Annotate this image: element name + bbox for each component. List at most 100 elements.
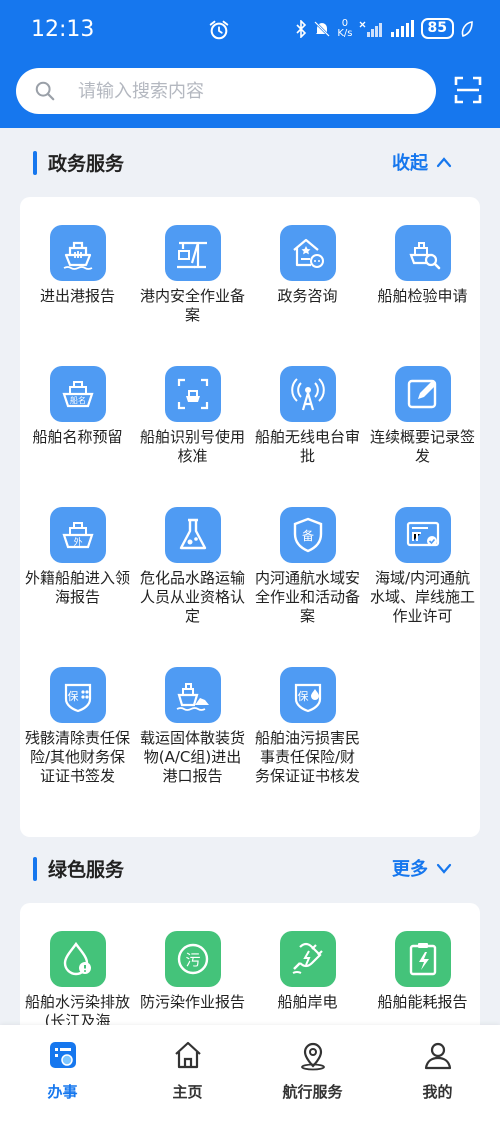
service-item[interactable]: 船名 船舶名称预留 (20, 366, 135, 447)
ship-name-icon: 船名 (49, 366, 106, 422)
nav-tab-navigation[interactable]: 航行服务 (250, 1039, 375, 1102)
chevron-down-icon (436, 863, 452, 874)
anti-pollution-icon: 污 (164, 931, 221, 987)
gov-section-title: 政务服务 (48, 153, 125, 175)
service-item-label: 船舶识别号使用核准 (139, 428, 245, 465)
service-item-label: 船舶能耗报告 (377, 993, 468, 1011)
more-button[interactable]: 更多 (392, 855, 452, 881)
alarm-icon (209, 20, 229, 40)
signal-strong-icon (390, 19, 414, 37)
service-item-label: 防污染作业报告 (139, 993, 245, 1011)
ship-inspect-icon (394, 225, 451, 281)
section-accent-bar (33, 857, 37, 881)
service-item[interactable]: 进出港报告 (20, 225, 135, 306)
status-icons: 0 K/s 85 (295, 18, 474, 39)
nav-tab-home[interactable]: 主页 (125, 1039, 250, 1102)
shore-power-icon (279, 931, 336, 987)
nav-label-home: 主页 (172, 1083, 203, 1101)
service-item-label: 海域/内河通航水域、岸线施工作业许可 (369, 569, 475, 625)
service-item[interactable]: 危化品水路运输人员从业资格认定 (135, 507, 250, 626)
leaf-icon (461, 20, 473, 37)
service-item[interactable]: 政务咨询 (250, 225, 365, 306)
nav-tab-tasks[interactable]: 办事 (0, 1039, 125, 1102)
consult-icon-glyph (292, 238, 324, 268)
svg-text:备: 备 (301, 529, 313, 543)
nav-tab-mine[interactable]: 我的 (375, 1039, 500, 1102)
tasks-icon (49, 1042, 76, 1068)
section-accent-bar (33, 151, 37, 175)
shield-record-icon-glyph: 备 (293, 517, 322, 553)
ship-id-icon-glyph (177, 378, 208, 410)
ship-inspect-icon-glyph (408, 242, 440, 270)
service-item[interactable]: 保船舶油污损害民事责任保险/财务保证证书核发 (250, 667, 365, 786)
flask-icon (164, 507, 221, 563)
battery-indicator: 85 (420, 18, 454, 39)
gov-services-card: 进出港报告 港内安全作业备案 政务咨询 船舶检验申请船名船舶名称预留 船舶识别号使用核准… (20, 197, 480, 837)
status-bar: 12:13 0 K/s 85 (0, 0, 500, 62)
user-icon (424, 1042, 451, 1070)
service-item-label: 内河通航水域安全作业和活动备案 (254, 569, 360, 625)
net-speed-unit: K/s (337, 27, 353, 39)
energy-report-icon (394, 931, 451, 987)
service-item[interactable]: 连续概要记录签发 (365, 366, 480, 466)
search-bar[interactable] (16, 68, 436, 114)
signal-weak-icon (359, 21, 382, 37)
anti-pollution-icon-glyph: 污 (177, 943, 208, 975)
service-item[interactable]: 海域/内河通航水域、岸线施工作业许可 (365, 507, 480, 626)
crane-icon (164, 225, 221, 281)
service-item-label: 船舶检验申请 (377, 287, 468, 305)
service-item-label: 船舶油污损害民事责任保险/财务保证证书核发 (254, 729, 360, 785)
svg-text:保: 保 (297, 689, 308, 703)
water-pollution-icon (49, 931, 106, 987)
ship-icon (49, 225, 106, 281)
service-item[interactable]: 船舶检验申请 (365, 225, 480, 306)
service-item-label: 残骸清除责任保险/其他财务保证证书签发 (24, 729, 130, 785)
service-item-label: 进出港报告 (39, 287, 115, 305)
scan-icon[interactable] (454, 76, 482, 104)
location-pin-icon (300, 1042, 325, 1071)
search-input[interactable] (78, 77, 418, 105)
service-item[interactable]: 船舶水污染排放(长江及海 (20, 931, 135, 1031)
service-item[interactable]: 船舶无线电台审批 (250, 366, 365, 466)
svg-text:污: 污 (185, 951, 200, 969)
collapse-button[interactable]: 收起 (392, 149, 452, 175)
edit-record-icon-glyph (407, 379, 436, 409)
more-label: 更多 (392, 859, 428, 880)
service-item[interactable]: 污防污染作业报告 (135, 931, 250, 1012)
oil-insurance-icon: 保 (279, 667, 336, 723)
ship-name-icon-glyph: 船名 (61, 381, 94, 408)
net-speed: 0 K/s (337, 17, 353, 39)
nav-label-tasks: 办事 (47, 1083, 78, 1101)
crane-icon-glyph (176, 241, 207, 269)
service-item[interactable]: 船舶能耗报告 (365, 931, 480, 1012)
service-item[interactable]: 保残骸清除责任保险/其他财务保证证书签发 (20, 667, 135, 786)
service-item-label: 政务咨询 (277, 287, 338, 305)
collapse-label: 收起 (392, 153, 428, 174)
service-item[interactable]: 港内安全作业备案 (135, 225, 250, 325)
service-item-label: 外籍船舶进入领海报告 (24, 569, 130, 606)
service-item[interactable]: 外外籍船舶进入领海报告 (20, 507, 135, 607)
consult-icon (279, 225, 336, 281)
green-services-card: 船舶水污染排放(长江及海污防污染作业报告 船舶岸电 船舶能耗报告 (20, 903, 480, 1043)
insurance-icon-glyph: 保 (64, 683, 91, 713)
radio-tower-icon-glyph (290, 378, 325, 411)
green-section-header: 绿色服务 更多 (0, 849, 500, 889)
service-item[interactable]: 船舶岸电 (250, 931, 365, 1012)
gov-section-header: 政务服务 收起 (0, 143, 500, 183)
service-item-label: 连续概要记录签发 (369, 428, 475, 465)
bottom-nav: 办事 主页 航行服务 我的 (0, 1025, 500, 1129)
service-item[interactable]: 载运固体散装货物(A/C组)进出港口报告 (135, 667, 250, 786)
svg-text:外: 外 (73, 536, 82, 548)
service-item[interactable]: 备内河通航水域安全作业和活动备案 (250, 507, 365, 626)
search-icon (35, 81, 55, 101)
service-item-label: 船舶名称预留 (32, 428, 123, 446)
bluetooth-icon (296, 19, 307, 38)
service-item-label: 船舶无线电台审批 (254, 428, 360, 465)
foreign-ship-icon: 外 (49, 507, 106, 563)
nav-label-mine: 我的 (422, 1083, 453, 1101)
nav-label-navigation: 航行服务 (282, 1083, 343, 1101)
net-speed-value: 0 (341, 17, 349, 29)
service-item[interactable]: 船舶识别号使用核准 (135, 366, 250, 466)
energy-report-icon-glyph (409, 943, 436, 976)
svg-text:船名: 船名 (70, 395, 86, 405)
